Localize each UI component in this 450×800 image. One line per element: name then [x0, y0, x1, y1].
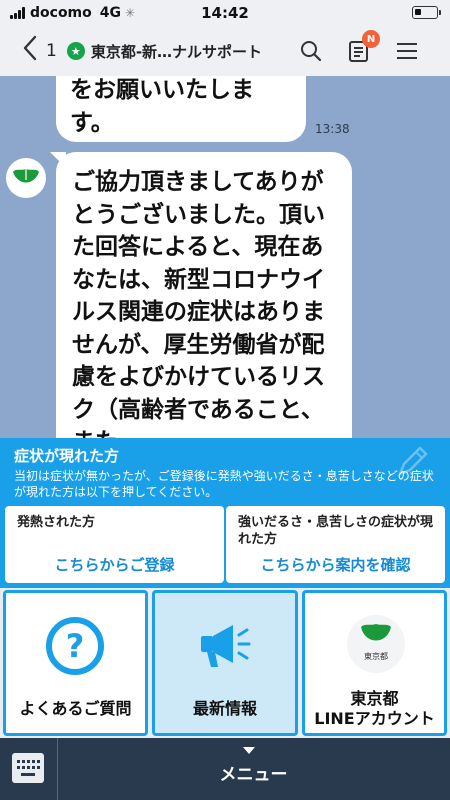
chat-area[interactable]: をお願いいたします。 13:38 ご協力頂きましてありがとうございました。頂いた…: [0, 76, 450, 438]
status-bar: docomo 4G ✳ 14:42: [0, 0, 450, 26]
tokyo-logo-icon: 東京都: [347, 615, 405, 673]
message-time: 13:38: [315, 122, 350, 136]
unread-count[interactable]: 1: [46, 41, 57, 61]
fever-caption: 発熱された方: [17, 515, 96, 530]
fever-action-label: こちらからご登録: [54, 556, 175, 574]
faq-button[interactable]: ? よくあるご質問: [3, 590, 148, 736]
keyboard-icon[interactable]: [12, 753, 44, 783]
status-time: 14:42: [201, 4, 249, 22]
battery-icon: [412, 6, 441, 19]
message-text: ご協力頂きましてありがとうございました。頂いた回答によると、現在あなたは、新型コ…: [72, 169, 325, 438]
severe-action-label: こちらから案内を確認: [260, 556, 411, 574]
chat-title: 東京都-新…ナルサポート: [90, 42, 263, 61]
latest-info-label: 最新情報: [192, 699, 257, 718]
new-badge: N: [362, 30, 380, 48]
search-icon[interactable]: [296, 36, 326, 66]
symptoms-panel: 症状が現れた方 当初は症状が無かったが、ご登録後に発熱や強いだるさ・息苦しさなど…: [0, 438, 450, 588]
verified-shield-icon: ★: [66, 42, 85, 60]
back-chevron-icon[interactable]: [22, 35, 44, 68]
severe-symptoms-button[interactable]: 強いだるさ・息苦しさの症状が現れた方 こちらから案内を確認: [226, 506, 445, 583]
message-bubble[interactable]: をお願いいたします。: [56, 76, 306, 142]
bottom-bar: メニュー: [0, 738, 450, 800]
caret-down-icon[interactable]: [243, 747, 255, 754]
faq-label: よくあるご質問: [19, 699, 132, 718]
tokyo-account-label-line1: 東京都: [350, 689, 399, 708]
symptoms-description: 当初は症状が無かったが、ご登録後に発熱や強いだるさ・息苦しさなどの症状が現れた方…: [14, 469, 434, 499]
message-bubble[interactable]: ご協力頂きましてありがとうございました。頂いた回答によると、現在あなたは、新型コ…: [56, 152, 352, 438]
pencil-icon: [392, 442, 432, 482]
message-text: をお願いいたします。: [70, 77, 254, 136]
menu-toggle-button[interactable]: メニュー: [57, 760, 450, 785]
symptoms-title: 症状が現れた方: [14, 447, 120, 465]
chat-header: 1 ★ 東京都-新…ナルサポート N: [0, 26, 450, 76]
fever-register-button[interactable]: 発熱された方 こちらからご登録: [5, 506, 224, 583]
tokyo-line-account-button[interactable]: 東京都 東京都 LINEアカウント: [302, 590, 447, 736]
megaphone-icon: [199, 621, 253, 673]
question-icon: ?: [46, 617, 104, 675]
tokyo-account-label-line2: LINEアカウント: [314, 709, 435, 728]
rich-menu: 症状が現れた方 当初は症状が無かったが、ご登録後に発熱や強いだるさ・息苦しさなど…: [0, 438, 450, 738]
hamburger-menu-icon[interactable]: [392, 36, 422, 66]
latest-info-button[interactable]: 最新情報: [152, 590, 298, 736]
tokyo-logo-text: 東京都: [364, 652, 388, 661]
avatar[interactable]: [6, 158, 46, 198]
severe-caption: 強いだるさ・息苦しさの症状が現れた方: [238, 515, 434, 547]
notes-icon[interactable]: N: [344, 30, 380, 66]
